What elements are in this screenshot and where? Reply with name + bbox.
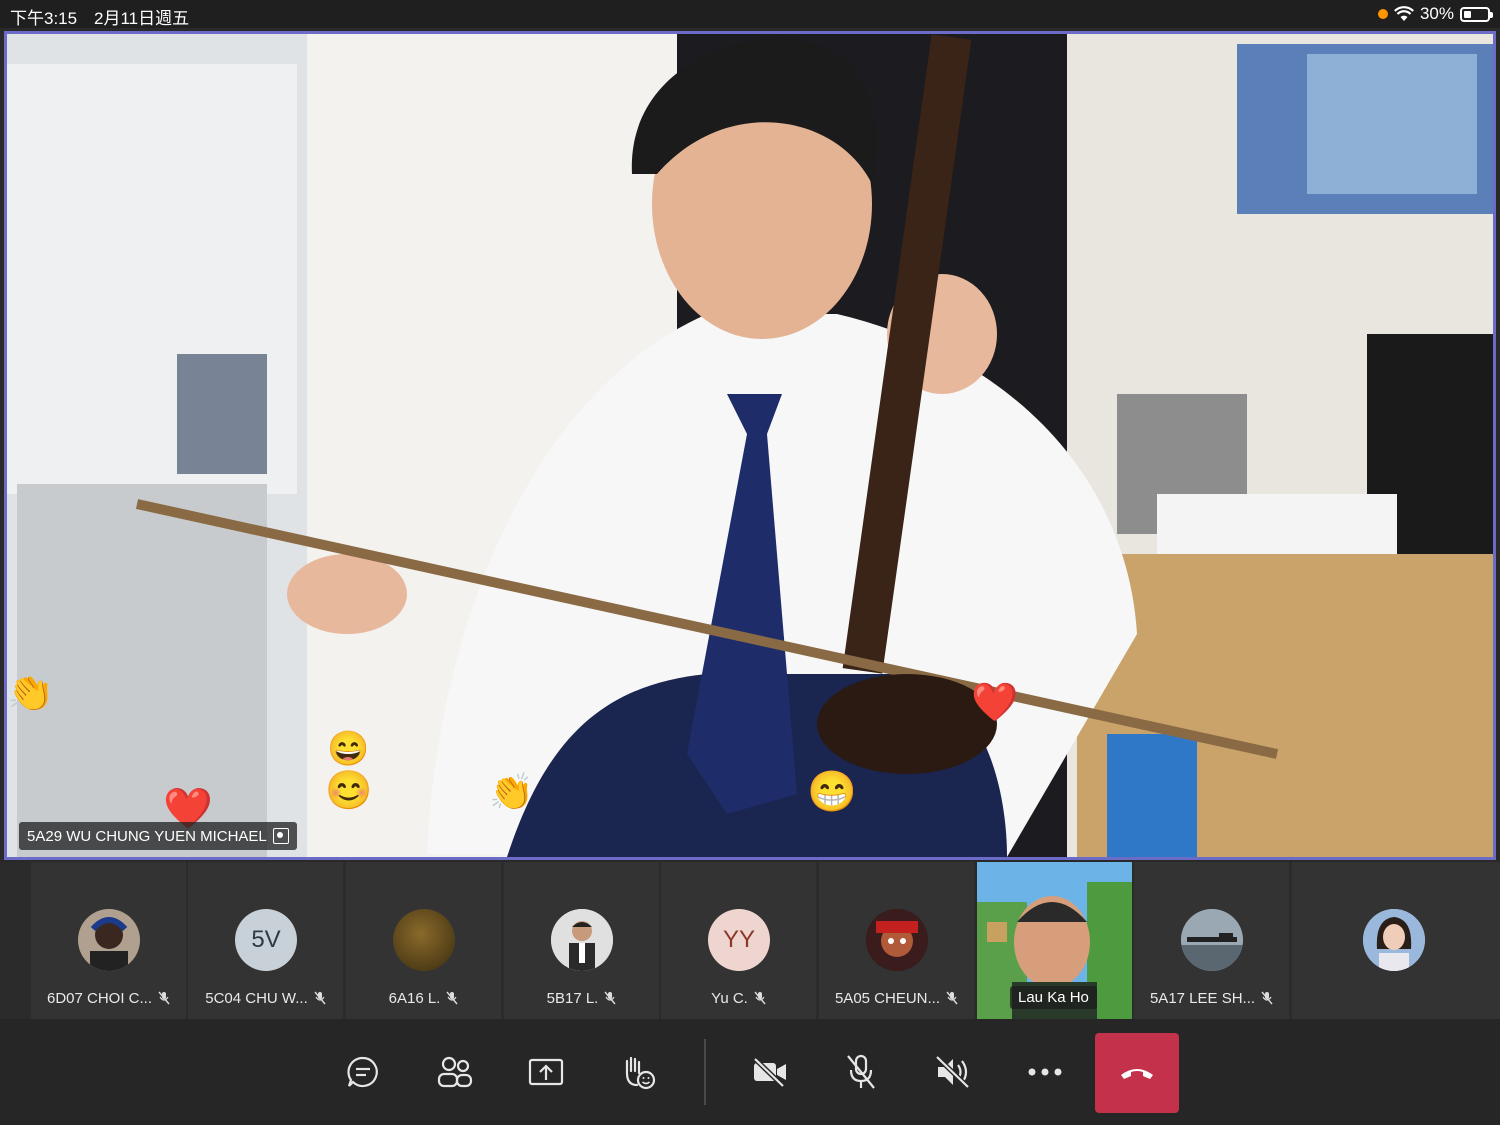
avatar — [393, 909, 455, 971]
avatar — [1181, 909, 1243, 971]
participant-name: Lau Ka Ho — [1010, 986, 1097, 1009]
clap-reaction-icon: 👏 — [7, 672, 55, 714]
reactions-button[interactable] — [613, 1047, 663, 1097]
smile-reaction-icon: 😊 — [325, 770, 373, 812]
hang-up-icon — [1121, 1069, 1153, 1079]
toolbar-divider — [704, 1039, 706, 1105]
participant-label: 5A17 LEE SH... — [1134, 990, 1289, 1007]
avatar — [866, 909, 928, 971]
participant-tile[interactable] — [1292, 862, 1500, 1019]
participants-button[interactable] — [430, 1047, 480, 1097]
battery-percent: 30% — [1419, 4, 1454, 23]
raise-hand-icon — [625, 1056, 656, 1090]
pin-icon[interactable] — [272, 828, 289, 844]
hang-up-button[interactable] — [1095, 1033, 1179, 1113]
main-participant-name: 5A29 WU CHUNG YUEN MICHAEL — [27, 827, 267, 845]
avatar: 5V — [235, 909, 297, 971]
mic-muted-icon — [754, 991, 766, 1005]
more-options-button[interactable] — [1020, 1047, 1070, 1097]
heart-reaction-icon: ❤️ — [971, 682, 1019, 724]
speaker-toggle-button[interactable] — [928, 1047, 978, 1097]
battery-icon — [1460, 6, 1493, 22]
participant-name: 5B17 L. — [546, 990, 599, 1007]
mic-muted-icon — [446, 991, 458, 1005]
mic-muted-icon — [946, 991, 958, 1005]
smile-reaction-icon: 😄 — [327, 730, 370, 768]
share-button[interactable] — [521, 1047, 571, 1097]
more-icon — [1028, 1068, 1062, 1076]
wifi-icon — [1393, 6, 1414, 21]
status-time: 下午3:15 — [10, 9, 78, 28]
avatar — [1363, 909, 1425, 971]
participant-video-tile[interactable]: Lau Ka Ho — [977, 862, 1132, 1019]
participant-tile[interactable]: 5A05 CHEUN... — [819, 862, 974, 1019]
camera-off-icon — [753, 1057, 786, 1088]
participant-label: 5A05 CHEUN... — [819, 990, 974, 1007]
mic-toggle-button[interactable] — [836, 1047, 886, 1097]
video-scene — [7, 34, 1493, 857]
main-video-feed[interactable]: 👏 ❤️ 😄 😊 👏 😁 ❤️ 5A29 WU CHUNG YUEN MICHA… — [4, 31, 1496, 860]
participant-name: 5A05 CHEUN... — [834, 990, 941, 1007]
mic-off-icon — [847, 1054, 875, 1089]
status-date: 2月11日週五 — [94, 9, 190, 28]
avatar — [78, 909, 140, 971]
mic-muted-icon — [314, 991, 326, 1005]
chat-icon — [347, 1056, 378, 1088]
participant-name: Yu C. — [711, 990, 748, 1007]
laugh-reaction-icon: 😁 — [807, 770, 857, 814]
mic-indicator-dot-icon — [1377, 9, 1388, 19]
participant-name: 5C04 CHU W... — [205, 990, 308, 1007]
avatar-initials: YY — [722, 926, 755, 953]
chat-button[interactable] — [338, 1047, 388, 1097]
participant-label: 6D07 CHOI C... — [31, 990, 186, 1007]
mic-muted-icon — [158, 991, 170, 1005]
participant-tile[interactable]: YY Yu C. — [661, 862, 816, 1019]
participant-tile[interactable]: 6D07 CHOI C... — [31, 862, 186, 1019]
participant-tile[interactable]: 5A17 LEE SH... — [1134, 862, 1289, 1019]
participant-label: 5B17 L. — [504, 990, 659, 1007]
participant-name: 5A17 LEE SH... — [1149, 990, 1256, 1007]
speaker-off-icon — [935, 1055, 970, 1089]
battery-fill — [1464, 10, 1471, 18]
main-participant-name-tag: 5A29 WU CHUNG YUEN MICHAEL — [19, 822, 297, 850]
participant-tile[interactable]: 6A16 L. — [346, 862, 501, 1019]
participant-name: 6D07 CHOI C... — [46, 990, 153, 1007]
avatar — [551, 909, 613, 971]
avatar: YY — [708, 909, 770, 971]
avatar-initials: 5V — [251, 926, 281, 953]
participant-tile[interactable]: 5V 5C04 CHU W... — [188, 862, 343, 1019]
participant-name: 6A16 L. — [388, 990, 441, 1007]
participant-label: Yu C. — [661, 990, 816, 1007]
participant-label: 5C04 CHU W... — [188, 990, 343, 1007]
clap-reaction-icon: 👏 — [489, 771, 534, 812]
status-bar: 下午3:15 2月11日週五 30% — [0, 0, 1500, 28]
mic-muted-icon — [604, 991, 616, 1005]
participant-label: 6A16 L. — [346, 990, 501, 1007]
participant-strip: 6D07 CHOI C... 5V 5C04 CHU W... 6A16 L. … — [0, 862, 1500, 1019]
meeting-toolbar — [0, 1019, 1500, 1125]
share-icon — [528, 1058, 564, 1086]
participant-tile[interactable]: 5B17 L. — [504, 862, 659, 1019]
status-right: 30% — [1377, 4, 1493, 24]
participants-icon — [437, 1056, 473, 1088]
camera-toggle-button[interactable] — [745, 1047, 795, 1097]
mic-muted-icon — [1261, 991, 1273, 1005]
